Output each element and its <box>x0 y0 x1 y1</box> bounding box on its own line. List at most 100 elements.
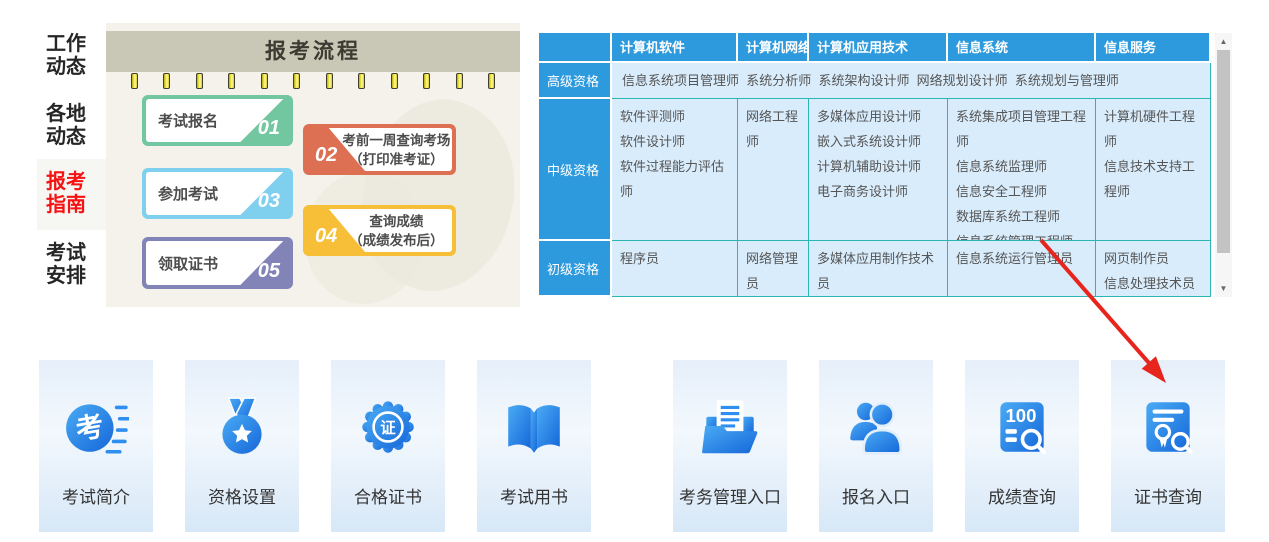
qualification-item: 多媒体应用设计师 <box>817 104 939 129</box>
flow-step-05-get-certificate: 领取证书 05 <box>142 237 293 289</box>
card-score-query[interactable]: 100 成绩查询 <box>965 360 1079 532</box>
qualification-item: 软件过程能力评估师 <box>620 154 729 204</box>
qualification-item: 网页制作员 <box>1104 246 1202 271</box>
qualification-item: 信息系统运行管理员 <box>956 246 1087 271</box>
qualification-item: 程序员 <box>620 246 729 271</box>
table-corner-cell <box>539 33 612 63</box>
flow-step-label: 领取证书 <box>158 253 218 274</box>
svg-text:100: 100 <box>1005 405 1036 426</box>
flow-step-sublabel: （打印准考证） <box>349 150 444 169</box>
registration-flow-panel: 报考流程 考试报名 01 考前一周查询考场 （打印准考证） 02 参加考试 03… <box>106 23 520 307</box>
sidebar-item-work-news[interactable]: 工作动态 <box>46 33 92 79</box>
flow-step-03-take-exam: 参加考试 03 <box>142 168 293 219</box>
senior-qualifications-cell: 信息系统项目管理师 系统分析师 系统架构设计师 网络规划设计师 系统规划与管理师 <box>612 63 1211 99</box>
binder-pins <box>131 73 495 90</box>
sidebar-item-exam-guide[interactable]: 报考指南 <box>46 171 92 217</box>
card-label: 考务管理入口 <box>679 483 781 508</box>
binder-pin-icon <box>456 73 463 89</box>
card-exam-intro[interactable]: 考 考试简介 <box>39 360 153 532</box>
table-cell: 计算机硬件工程师信息技术支持工程师 <box>1096 99 1211 241</box>
qualification-item: 计算机辅助设计师 <box>817 154 939 179</box>
qualification-item: 数据库系统工程师 <box>956 204 1087 229</box>
qualification-item: 软件评测师 <box>620 104 729 129</box>
column-header: 信息系统 <box>948 33 1096 63</box>
card-label: 证书查询 <box>1134 483 1202 508</box>
scrollbar-thumb[interactable] <box>1217 50 1230 253</box>
flow-step-04-check-score: 查询成绩 （成绩发布后） 04 <box>303 205 456 256</box>
card-label: 考试用书 <box>500 483 568 508</box>
column-header: 计算机网络 <box>738 33 809 63</box>
flow-step-number: 05 <box>258 260 280 283</box>
table-scrollbar[interactable]: ▲ ▼ <box>1215 33 1232 297</box>
qualification-item: 信息系统管理工程师 <box>956 229 1087 241</box>
qualification-medal-icon <box>209 394 275 460</box>
qualification-table: 计算机软件 计算机网络 计算机应用技术 信息系统 信息服务 高级资格 信息系统项… <box>539 33 1211 297</box>
binder-pin-icon <box>261 73 268 89</box>
svg-text:考: 考 <box>73 410 106 445</box>
scroll-down-icon[interactable]: ▼ <box>1215 284 1232 293</box>
qualification-item: 系统集成项目管理工程师 <box>956 104 1087 154</box>
table-cell: 信息系统运行管理员 <box>948 241 1096 297</box>
exam-books-icon <box>501 394 567 460</box>
qualification-item: 软件设计师 <box>620 129 729 154</box>
table-row-senior: 高级资格 信息系统项目管理师 系统分析师 系统架构设计师 网络规划设计师 系统规… <box>539 63 1211 99</box>
binder-pin-icon <box>391 73 398 89</box>
exam-admin-folder-icon <box>697 394 763 460</box>
flow-step-label: 考前一周查询考场 <box>342 131 450 150</box>
qualification-item: 多媒体应用制作技术员 <box>817 246 939 296</box>
certificate-query-icon <box>1135 394 1201 460</box>
flow-step-number: 04 <box>315 225 337 248</box>
card-label: 成绩查询 <box>988 483 1056 508</box>
binder-pin-icon <box>131 73 138 89</box>
exam-intro-icon: 考 <box>63 394 129 460</box>
table-row-intermediate: 中级资格 软件评测师软件设计师软件过程能力评估师 网络工程师 多媒体应用设计师嵌… <box>539 99 1211 241</box>
qualification-item: 信息处理技术员 <box>1104 271 1202 296</box>
binder-pin-icon <box>488 73 495 89</box>
table-row-junior: 初级资格 程序员 网络管理员 多媒体应用制作技术员电子商务技术员 信息系统运行管… <box>539 241 1211 297</box>
flow-step-label: 参加考试 <box>158 183 218 204</box>
flow-step-01-register: 考试报名 01 <box>142 95 293 146</box>
svg-text:证: 证 <box>380 419 396 437</box>
qualification-item: 信息技术支持工程师 <box>1104 154 1202 204</box>
sidebar-item-local-news[interactable]: 各地动态 <box>46 103 92 149</box>
flow-step-02-check-venue: 考前一周查询考场 （打印准考证） 02 <box>303 124 456 175</box>
card-exam-books[interactable]: 考试用书 <box>477 360 591 532</box>
row-level-cell: 初级资格 <box>539 241 612 297</box>
table-cell: 网络工程师 <box>738 99 809 241</box>
binder-pin-icon <box>228 73 235 89</box>
table-cell: 网页制作员信息处理技术员 <box>1096 241 1211 297</box>
flow-title: 报考流程 <box>106 31 520 72</box>
qualification-item: 计算机硬件工程师 <box>1104 104 1202 154</box>
table-cell: 程序员 <box>612 241 738 297</box>
flow-step-number: 03 <box>258 190 280 213</box>
softexam-guide-page: 工作动态 各地动态 报考指南 考试安排 报考流程 考试报名 01 考前一周查询考… <box>0 0 1269 542</box>
card-exam-admin-portal[interactable]: 考务管理入口 <box>673 360 787 532</box>
card-label: 资格设置 <box>208 483 276 508</box>
qualification-item: 电子商务技术员 <box>817 296 939 297</box>
card-qualification-setup[interactable]: 资格设置 <box>185 360 299 532</box>
column-header: 信息服务 <box>1096 33 1211 63</box>
flow-step-label: 查询成绩 <box>369 212 423 231</box>
card-certificate-info[interactable]: 证 合格证书 <box>331 360 445 532</box>
table-header-row: 计算机软件 计算机网络 计算机应用技术 信息系统 信息服务 <box>539 33 1211 63</box>
column-header: 计算机软件 <box>612 33 738 63</box>
qualification-item: 信息安全工程师 <box>956 179 1087 204</box>
qualification-item: 嵌入式系统设计师 <box>817 129 939 154</box>
card-label: 合格证书 <box>354 483 422 508</box>
card-label: 考试简介 <box>62 483 130 508</box>
flow-step-number: 01 <box>258 117 280 140</box>
card-registration-portal[interactable]: 报名入口 <box>819 360 933 532</box>
qualification-item: 信息系统监理师 <box>956 154 1087 179</box>
binder-pin-icon <box>293 73 300 89</box>
qualification-item: 电子商务设计师 <box>817 179 939 204</box>
card-certificate-query[interactable]: 证书查询 <box>1111 360 1225 532</box>
row-level-cell: 高级资格 <box>539 63 612 99</box>
row-level-cell: 中级资格 <box>539 99 612 241</box>
sidebar-item-exam-schedule[interactable]: 考试安排 <box>46 242 92 288</box>
card-label: 报名入口 <box>842 483 910 508</box>
scroll-up-icon[interactable]: ▲ <box>1215 37 1232 46</box>
certificate-seal-icon: 证 <box>355 394 421 460</box>
table-cell: 系统集成项目管理工程师信息系统监理师信息安全工程师数据库系统工程师信息系统管理工… <box>948 99 1096 241</box>
table-cell: 软件评测师软件设计师软件过程能力评估师 <box>612 99 738 241</box>
table-cell: 网络管理员 <box>738 241 809 297</box>
